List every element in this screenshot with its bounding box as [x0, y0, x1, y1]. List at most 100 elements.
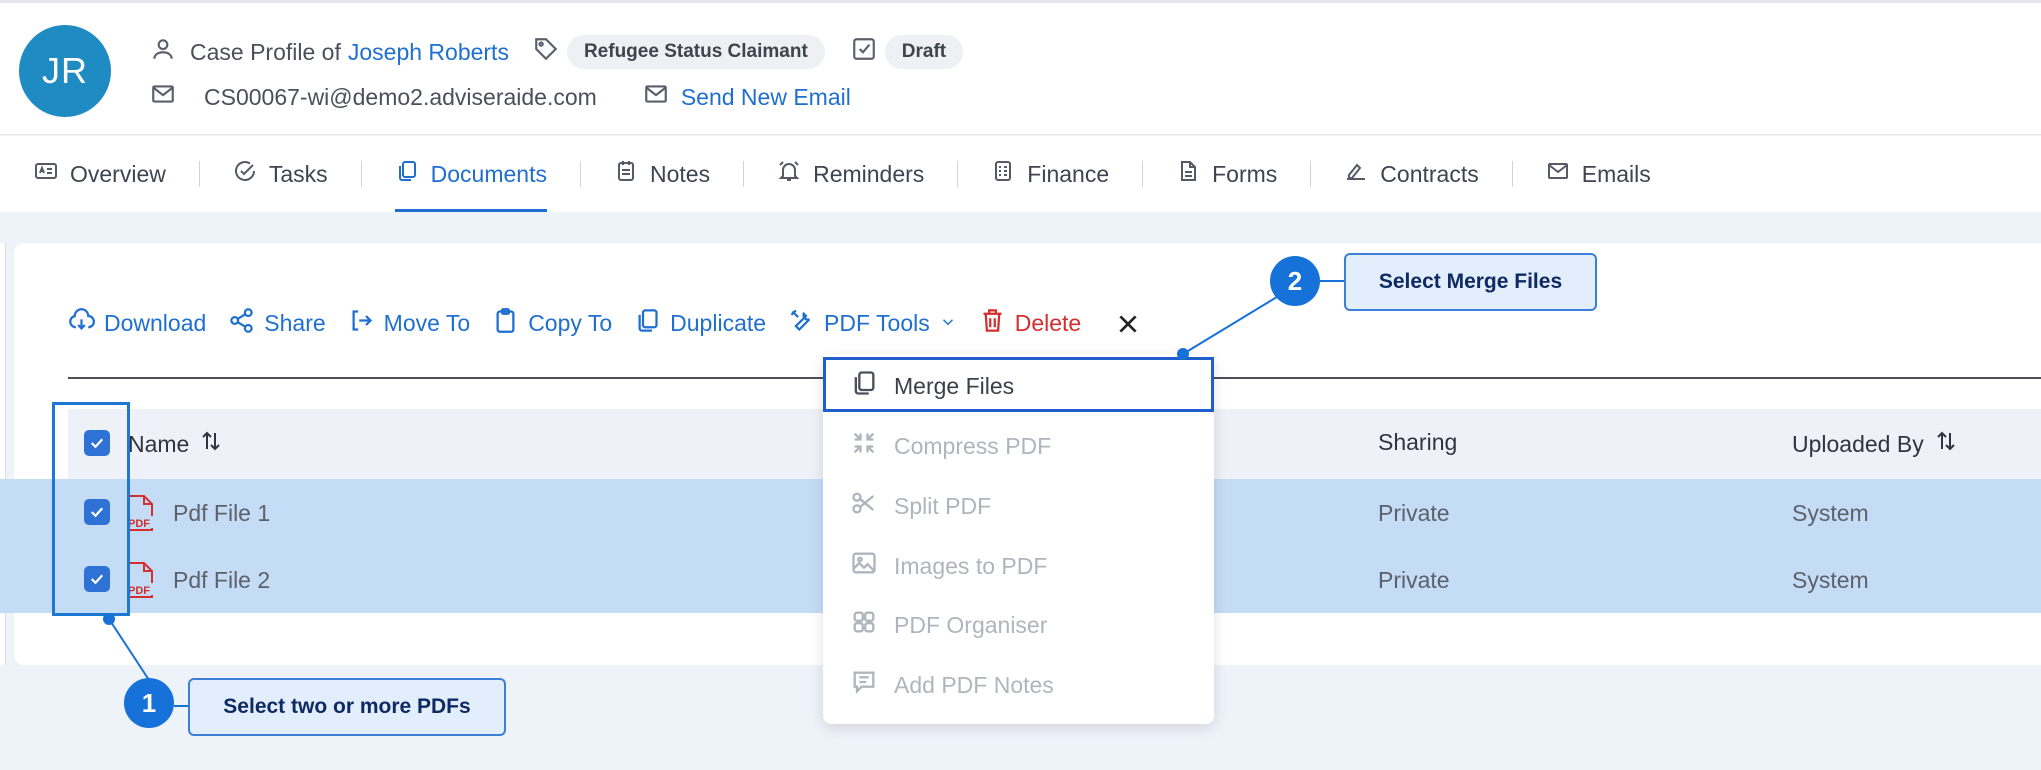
step-badge-2: 2	[1270, 256, 1320, 306]
menu-item-merge-files[interactable]: Merge Files	[850, 369, 1014, 403]
client-email: CS00067-wi@demo2.adviseraide.com	[204, 83, 597, 110]
tab-contracts[interactable]: Contracts	[1344, 136, 1479, 212]
column-label: Uploaded By	[1792, 430, 1924, 457]
tab-emails[interactable]: Emails	[1546, 136, 1651, 212]
file-sharing: Private	[1378, 567, 1450, 593]
signature-icon	[1344, 159, 1368, 189]
callout-select-pdfs: Select two or more PDFs	[188, 678, 506, 736]
documents-icon	[395, 159, 419, 189]
tag-icon	[533, 36, 559, 68]
finance-icon	[991, 159, 1015, 189]
menu-item-images-to-pdf[interactable]: Images to PDF	[850, 549, 1047, 583]
avatar: JR	[19, 25, 111, 117]
close-selection-button[interactable]	[1115, 311, 1141, 337]
tab-label: Documents	[430, 160, 547, 187]
user-icon	[150, 36, 176, 68]
tab-overview[interactable]: Overview	[34, 136, 166, 212]
menu-item-label: Images to PDF	[894, 552, 1048, 579]
tab-label: Forms	[1212, 160, 1278, 187]
tab-reminders[interactable]: Reminders	[777, 136, 924, 212]
move-to-label: Move To	[383, 310, 471, 336]
form-icon	[1176, 159, 1200, 189]
menu-item-split-pdf[interactable]: Split PDF	[850, 489, 991, 523]
menu-item-label: Split PDF	[894, 492, 992, 519]
menu-item-compress-pdf[interactable]: Compress PDF	[850, 429, 1051, 463]
column-header-uploaded-by[interactable]: Uploaded By	[1792, 429, 1958, 459]
tab-label: Contracts	[1380, 160, 1479, 187]
tab-separator	[579, 161, 581, 187]
column-header-name[interactable]: Name	[128, 429, 223, 459]
scissors-icon	[850, 489, 878, 523]
mail-icon	[1546, 159, 1570, 189]
case-profile-row: Case Profile of Joseph Roberts Refugee S…	[150, 35, 964, 69]
case-profile-prefix: Case Profile of	[190, 38, 341, 65]
tab-separator	[1511, 161, 1513, 187]
tab-separator	[1142, 161, 1144, 187]
notes-icon	[614, 159, 638, 189]
step-badge-1: 1	[124, 678, 174, 728]
menu-item-pdf-organiser[interactable]: PDF Organiser	[850, 608, 1047, 642]
tab-separator	[957, 161, 959, 187]
tab-bar: Overview Tasks Documents Notes Reminders…	[0, 136, 2041, 212]
tab-label: Finance	[1027, 160, 1110, 187]
tab-label: Notes	[649, 160, 711, 187]
send-new-email-link[interactable]: Send New Email	[681, 84, 851, 111]
sort-icon	[1934, 429, 1958, 459]
tab-separator	[1310, 161, 1312, 187]
tab-tasks[interactable]: Tasks	[233, 136, 328, 212]
move-to-button[interactable]: Move To	[348, 307, 471, 340]
menu-item-label: PDF Organiser	[894, 611, 1048, 638]
tab-separator	[198, 161, 200, 187]
share-button[interactable]: Share	[228, 307, 326, 340]
share-label: Share	[264, 310, 326, 336]
image-icon	[850, 549, 878, 583]
pdf-tools-button[interactable]: PDF Tools	[788, 307, 957, 340]
menu-item-label: Add PDF Notes	[894, 671, 1054, 698]
tab-label: Emails	[1581, 160, 1651, 187]
download-label: Download	[104, 310, 207, 336]
callout-select-merge-files: Select Merge Files	[1344, 253, 1597, 311]
copy-to-button[interactable]: Copy To	[492, 307, 612, 340]
tab-finance[interactable]: Finance	[991, 136, 1109, 212]
delete-label: Delete	[1014, 310, 1082, 336]
annotation-dot	[103, 613, 115, 625]
sort-icon	[199, 429, 223, 459]
mail-icon	[150, 81, 176, 113]
tab-separator	[743, 161, 745, 187]
tab-label: Tasks	[268, 160, 328, 187]
tab-forms[interactable]: Forms	[1176, 136, 1277, 212]
chevron-down-icon	[939, 310, 957, 337]
trash-icon	[979, 307, 1006, 340]
download-button[interactable]: Download	[68, 307, 206, 340]
menu-item-label: Compress PDF	[894, 432, 1052, 459]
tab-notes[interactable]: Notes	[614, 136, 710, 212]
tab-label: Overview	[70, 160, 166, 187]
cloud-download-icon	[68, 307, 95, 340]
status-badge: Refugee Status Claimant	[566, 35, 825, 69]
file-name[interactable]: Pdf File 1	[173, 500, 270, 527]
merge-icon	[850, 369, 878, 403]
file-name[interactable]: Pdf File 2	[173, 567, 270, 594]
menu-item-add-pdf-notes[interactable]: Add PDF Notes	[850, 668, 1054, 702]
client-name-link[interactable]: Joseph Roberts	[348, 39, 509, 66]
copy-to-label: Copy To	[528, 310, 613, 336]
file-uploaded-by: System	[1792, 500, 1869, 526]
tab-documents[interactable]: Documents	[394, 136, 548, 212]
email-row: CS00067-wi@demo2.adviseraide.com Send Ne…	[150, 81, 851, 113]
file-uploaded-by: System	[1792, 567, 1869, 593]
bell-icon	[777, 159, 801, 189]
checkbox-square-icon	[851, 36, 877, 68]
column-label: Name	[128, 430, 190, 457]
send-mail-icon	[643, 81, 669, 113]
compress-icon	[850, 429, 878, 463]
file-sharing: Private	[1378, 500, 1450, 526]
case-header: JR Case Profile of Joseph Roberts Refuge…	[0, 3, 2041, 135]
duplicate-button[interactable]: Duplicate	[634, 307, 766, 340]
column-header-sharing[interactable]: Sharing	[1378, 429, 1457, 456]
grid-icon	[850, 608, 878, 642]
check-circle-icon	[233, 159, 257, 189]
id-card-icon	[34, 159, 58, 189]
share-icon	[228, 307, 255, 340]
tools-icon	[788, 307, 815, 340]
delete-button[interactable]: Delete	[979, 307, 1081, 340]
